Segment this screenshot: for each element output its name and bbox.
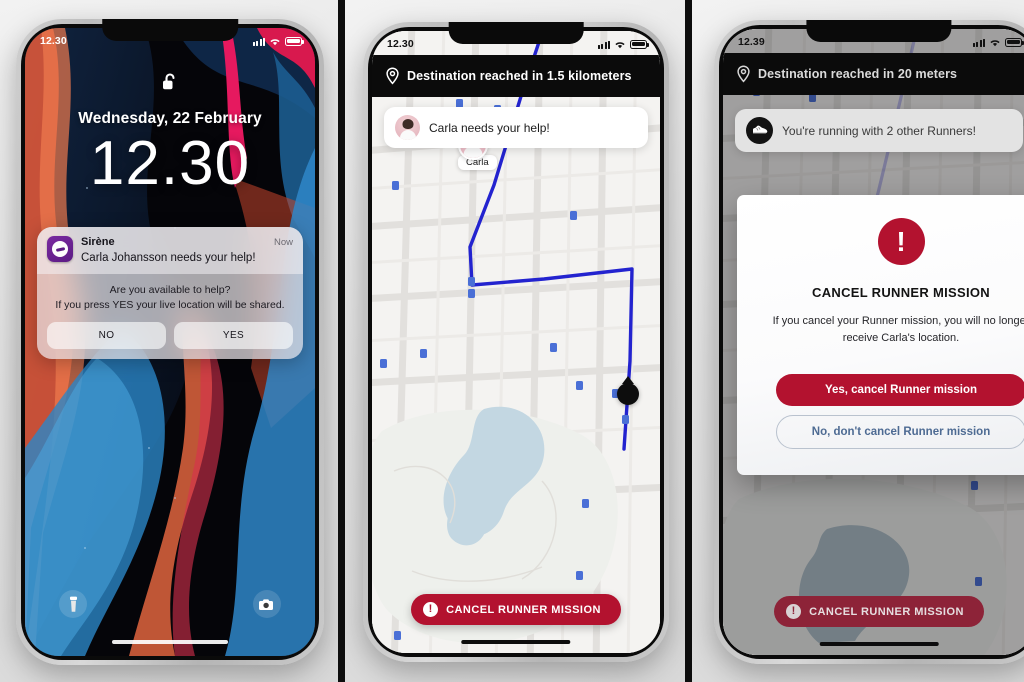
lock-time: 12.30 (89, 129, 251, 198)
wifi-icon (990, 39, 1000, 46)
destination-header-3: Destination reached in 20 meters (723, 53, 1024, 95)
panel-cancel-modal: 12.39 Destination reached in 20 meters Y… (692, 0, 1024, 682)
running-shoe-icon (746, 117, 773, 144)
panel-runner-map: Carla 12.30 Destination reached in 1.5 k… (345, 0, 685, 682)
signal-bars-icon (973, 38, 985, 47)
status-time-3: 12.39 (738, 36, 765, 48)
panel-lock-screen: 12.30 Wednesday, 22 February 12.30 Sirèn… (0, 0, 338, 682)
notch-2 (448, 22, 584, 44)
notification-body: Are you available to help? If you press … (37, 274, 303, 359)
phone-frame-1: 12.30 Wednesday, 22 February 12.30 Sirèn… (16, 19, 324, 665)
notification-actions: NO YES (47, 322, 293, 350)
destination-header-text-2: Destination reached in 1.5 kilometers (407, 69, 632, 83)
help-request-text: Carla needs your help! (429, 120, 550, 135)
help-request-chip[interactable]: Carla needs your help! (384, 107, 648, 148)
cancel-mission-modal: ✕ ! CANCEL RUNNER MISSION If you cancel … (737, 195, 1024, 475)
accept-button[interactable]: YES (174, 322, 293, 350)
exclamation-icon: ! (786, 604, 802, 619)
cancel-runner-mission-label-3: CANCEL RUNNER MISSION (809, 605, 964, 618)
phone-frame-2: Carla 12.30 Destination reached in 1.5 k… (363, 22, 669, 662)
exclamation-icon: ! (423, 602, 439, 617)
camera-icon[interactable] (253, 590, 281, 618)
wifi-icon (615, 41, 625, 48)
cancel-runner-mission-label: CANCEL RUNNER MISSION (446, 603, 601, 616)
phone-screen-3: 12.39 Destination reached in 20 meters Y… (723, 29, 1024, 655)
modal-body-text: If you cancel your Runner mission, you w… (772, 315, 1024, 344)
warning-icon: ! (877, 218, 925, 265)
battery-icon (1005, 37, 1024, 47)
phone-screen-1: 12.30 Wednesday, 22 February 12.30 Sirèn… (25, 28, 315, 656)
unlock-icon (162, 72, 179, 97)
confirm-cancel-button[interactable]: Yes, cancel Runner mission (776, 374, 1024, 406)
lock-date: Wednesday, 22 February (78, 110, 262, 127)
cancel-mission-bar-3: ! CANCEL RUNNER MISSION (723, 596, 1024, 627)
user-location-dot (617, 383, 639, 405)
home-indicator-2[interactable] (461, 640, 571, 644)
status-time: 12.30 (40, 35, 67, 47)
notification-question-line-1: Are you available to help? (109, 283, 231, 296)
panel-divider-1 (338, 0, 345, 682)
notch-1 (102, 19, 238, 41)
cancel-mission-bar-2: ! CANCEL RUNNER MISSION (372, 594, 660, 625)
notification-timestamp: Now (273, 237, 293, 248)
phone-screen-2: Carla 12.30 Destination reached in 1.5 k… (372, 31, 660, 653)
dismiss-cancel-button[interactable]: No, don't cancel Runner mission (776, 415, 1024, 449)
status-time-2: 12.30 (387, 38, 414, 50)
phone-frame-3: 12.39 Destination reached in 20 meters Y… (714, 20, 1024, 664)
destination-header-text-3: Destination reached in 20 meters (758, 67, 958, 81)
destination-header-2: Destination reached in 1.5 kilometers (372, 55, 660, 97)
runners-count-text: You're running with 2 other Runners! (782, 123, 976, 138)
panel-divider-2 (685, 0, 692, 682)
decline-button[interactable]: NO (47, 322, 166, 350)
battery-icon (285, 36, 304, 46)
signal-bars-icon (253, 37, 265, 46)
signal-bars-icon (598, 40, 610, 49)
notification-header: Sirène Carla Johansson needs your help! … (37, 227, 303, 274)
notification-card[interactable]: Sirène Carla Johansson needs your help! … (37, 227, 303, 360)
flashlight-icon[interactable] (59, 590, 87, 618)
lock-screen-shortcuts (25, 590, 315, 618)
modal-title: CANCEL RUNNER MISSION (812, 285, 990, 300)
location-pin-icon (386, 67, 399, 85)
cancel-runner-mission-button-3[interactable]: ! CANCEL RUNNER MISSION (774, 596, 984, 627)
cancel-runner-mission-button[interactable]: ! CANCEL RUNNER MISSION (411, 594, 621, 625)
notification-app-name: Sirène (81, 236, 115, 248)
sirene-app-icon (47, 236, 73, 262)
battery-icon (630, 39, 649, 49)
notification-message: Carla Johansson needs your help! (81, 251, 256, 264)
notification-question-line-2: If you press YES your live location will… (55, 298, 285, 311)
wifi-icon (270, 38, 280, 45)
location-pin-icon (737, 65, 750, 83)
runners-count-chip[interactable]: You're running with 2 other Runners! (735, 109, 1023, 152)
notch-3 (806, 20, 952, 42)
carla-avatar (395, 115, 420, 140)
home-indicator-1[interactable] (112, 640, 228, 644)
